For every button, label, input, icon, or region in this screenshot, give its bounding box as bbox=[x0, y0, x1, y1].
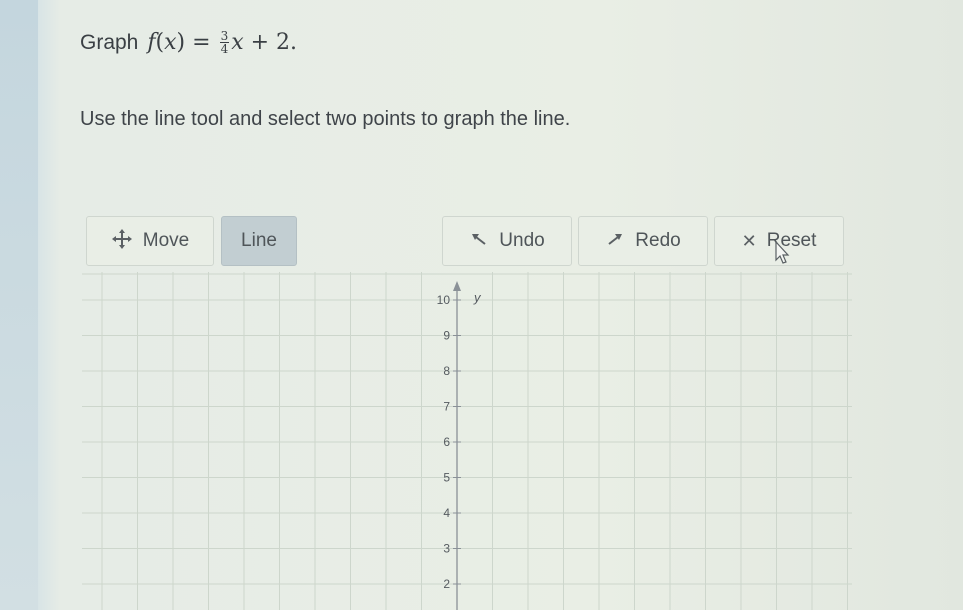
slope-fraction: 3 4 bbox=[219, 30, 230, 56]
function-name: f bbox=[147, 30, 156, 55]
y-tick-label: 4 bbox=[443, 506, 450, 520]
function-variable: x bbox=[164, 30, 177, 55]
redo-button[interactable]: Redo bbox=[578, 216, 708, 266]
y-tick-label: 6 bbox=[443, 435, 450, 449]
intercept-constant: 2 bbox=[276, 30, 291, 55]
expression-variable: x bbox=[231, 30, 244, 55]
y-tick-label: 5 bbox=[443, 471, 450, 485]
redo-arrow-icon bbox=[605, 231, 625, 252]
close-x-icon: ✕ bbox=[741, 230, 757, 251]
y-tick-label: 10 bbox=[437, 293, 451, 307]
y-axis-label: y bbox=[473, 290, 482, 305]
left-border-strip bbox=[0, 0, 38, 610]
function-expression: f (x) = 3 4 x + 2 . bbox=[147, 29, 298, 56]
y-axis-arrow-icon bbox=[453, 281, 461, 291]
redo-label: Redo bbox=[635, 230, 681, 251]
y-tick-label: 2 bbox=[443, 577, 450, 591]
y-tick-label: 8 bbox=[443, 364, 450, 378]
y-tick-label: 9 bbox=[443, 329, 450, 343]
mouse-pointer-icon bbox=[775, 240, 790, 264]
y-tick-label: 3 bbox=[443, 542, 450, 556]
undo-label: Undo bbox=[499, 230, 545, 251]
instruction-text: Use the line tool and select two points … bbox=[80, 108, 571, 130]
prompt-period: . bbox=[290, 30, 298, 55]
move-label: Move bbox=[142, 230, 190, 251]
line-tool-button[interactable]: Line bbox=[221, 216, 297, 266]
move-icon bbox=[111, 228, 133, 255]
undo-button[interactable]: Undo bbox=[442, 216, 572, 266]
y-axis: y bbox=[453, 281, 482, 610]
line-label: Line bbox=[241, 230, 277, 251]
move-button[interactable]: Move bbox=[86, 216, 214, 266]
undo-arrow-icon bbox=[469, 231, 489, 252]
graph-grid bbox=[82, 272, 852, 610]
slope-denominator: 4 bbox=[220, 42, 229, 56]
coordinate-graph[interactable]: y 10 9 8 7 6 5 4 3 2 bbox=[82, 272, 852, 610]
question-prompt: Graph f (x) = 3 4 x + 2 . bbox=[80, 30, 297, 55]
prompt-label: Graph bbox=[80, 30, 139, 54]
y-tick-label: 7 bbox=[443, 400, 450, 414]
